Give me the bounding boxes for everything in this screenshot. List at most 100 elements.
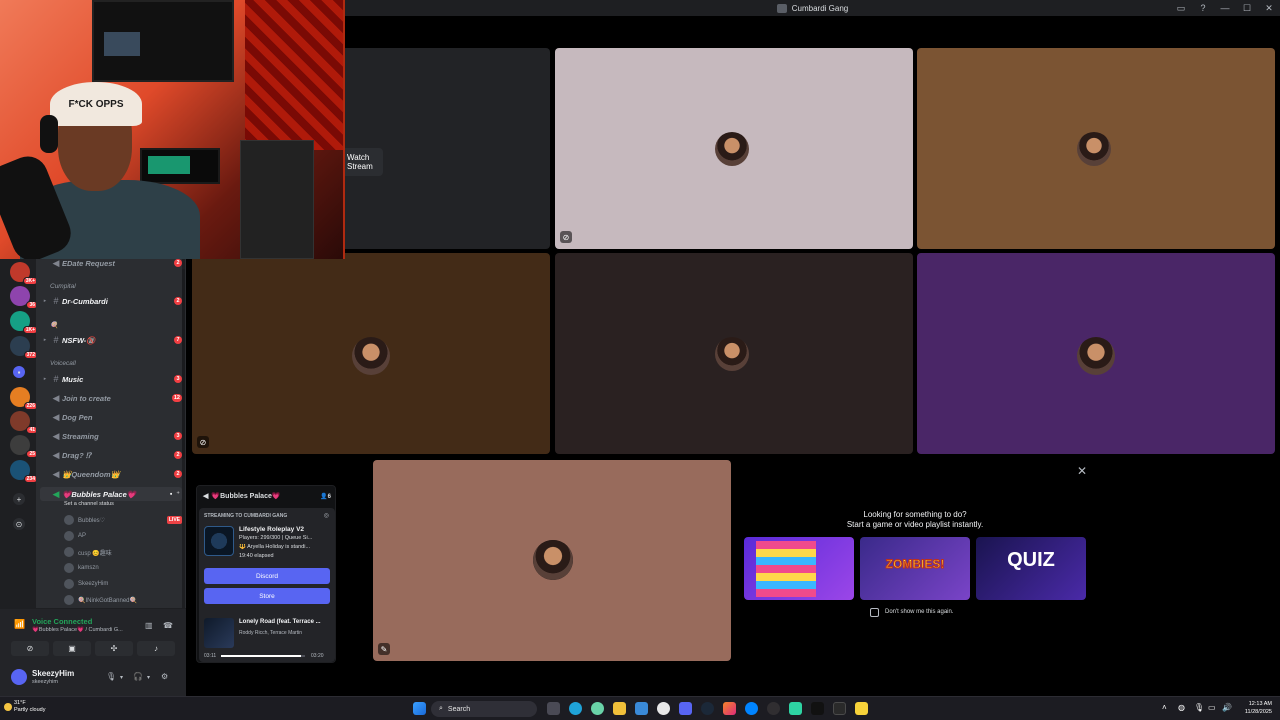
server-icon[interactable]: 25 bbox=[10, 435, 38, 458]
channel-drag[interactable]: ◀ Drag? ⁉ 2 bbox=[40, 448, 182, 462]
set-channel-status[interactable]: Set a channel status bbox=[64, 501, 114, 507]
watch-stream-button[interactable]: Watch Stream bbox=[345, 148, 383, 176]
voice-user[interactable]: Bubbles♡ LIVE bbox=[64, 514, 182, 526]
video-tile-2[interactable] bbox=[917, 48, 1275, 249]
channel-join-to-create[interactable]: ◀ Join to create 12 bbox=[40, 391, 182, 405]
sticky-notes-icon[interactable] bbox=[855, 702, 868, 715]
voice-user[interactable]: AP bbox=[64, 530, 182, 542]
server-icon[interactable]: 1K+ bbox=[10, 311, 38, 334]
voice-user[interactable]: cusp 😊趣味 bbox=[64, 546, 182, 558]
battery-icon[interactable]: ▭ bbox=[1208, 703, 1216, 712]
server-icon[interactable]: 36 bbox=[10, 286, 38, 309]
close-icon[interactable]: ✕ bbox=[1264, 3, 1274, 14]
clock[interactable]: 12:13 AM 11/28/2025 bbox=[1245, 700, 1272, 716]
voice-user[interactable]: kamszn bbox=[64, 562, 182, 574]
soundboard-button[interactable]: ♪ bbox=[137, 641, 175, 656]
channel-queendom[interactable]: ◀ 👑Queendom👑 2 bbox=[40, 467, 182, 481]
video-tile-5[interactable] bbox=[917, 253, 1275, 454]
discover-icon[interactable]: ⊙ bbox=[13, 518, 25, 530]
folder-icon[interactable]: ▪ bbox=[13, 366, 25, 378]
chat-icon[interactable]: ▪ bbox=[170, 491, 172, 498]
dont-show-checkbox[interactable] bbox=[870, 608, 879, 617]
store-button[interactable]: Store bbox=[204, 588, 330, 604]
activity-card-zombies[interactable]: ZOMBIES! bbox=[860, 537, 970, 600]
search-box[interactable]: ⌕ Search bbox=[431, 701, 537, 717]
username[interactable]: SkeezyHim bbox=[32, 669, 74, 678]
tv-decor bbox=[92, 0, 234, 82]
discord-icon[interactable] bbox=[679, 702, 692, 715]
obs-icon[interactable] bbox=[767, 702, 780, 715]
participant-avatar bbox=[715, 132, 749, 166]
video-tile-1[interactable]: ⊘ bbox=[555, 48, 913, 249]
server-icon[interactable]: 41 bbox=[10, 411, 38, 434]
instagram-icon[interactable] bbox=[723, 702, 736, 715]
video-tile-6[interactable]: ✎ bbox=[373, 460, 731, 661]
stream-mute-icon[interactable]: ⊘ bbox=[560, 231, 572, 243]
store-icon[interactable] bbox=[635, 702, 648, 715]
channel-edate-request[interactable]: ◀ EDate Request 2 bbox=[40, 259, 182, 270]
channel-bubbles-palace[interactable]: ◀ 💗Bubbles Palace💗 ▪ ⁺ bbox=[40, 487, 182, 501]
server-icon[interactable]: 3K+ bbox=[10, 262, 38, 285]
capcut-icon[interactable] bbox=[811, 702, 824, 715]
gear-icon[interactable]: ⚙ bbox=[161, 672, 168, 681]
voice-location[interactable]: 💗Bubbles Palace💗 / Cumbardi G... bbox=[32, 627, 123, 633]
channel-streaming[interactable]: ◀ Streaming 3 bbox=[40, 429, 182, 443]
video-tile-4[interactable] bbox=[555, 253, 913, 454]
copilot-icon[interactable] bbox=[591, 702, 604, 715]
scrollbar[interactable] bbox=[182, 259, 185, 608]
voice-user[interactable]: SkeezyHim bbox=[64, 578, 182, 590]
chevron-down-icon[interactable]: ▾ bbox=[147, 674, 150, 681]
server-icon[interactable]: 226 bbox=[10, 387, 38, 410]
minimize-icon[interactable]: — bbox=[1220, 3, 1230, 13]
maximize-icon[interactable]: ☐ bbox=[1242, 3, 1252, 14]
mic-icon[interactable]: 🎙 bbox=[106, 672, 116, 681]
activities-button[interactable]: ✣ bbox=[95, 641, 133, 656]
discord-button[interactable]: Discord bbox=[204, 568, 330, 584]
server-icon[interactable]: 234 bbox=[10, 460, 38, 483]
category-lollipop[interactable]: 🍭 bbox=[50, 321, 58, 329]
terminal-icon[interactable] bbox=[833, 702, 846, 715]
mic-icon[interactable]: 🎙 bbox=[1194, 703, 1204, 712]
chrome-icon[interactable] bbox=[657, 702, 670, 715]
screen-share-button[interactable]: ▣ bbox=[53, 641, 91, 656]
inbox-icon[interactable]: ▭ bbox=[1176, 3, 1186, 14]
participant-avatar bbox=[1077, 132, 1111, 166]
volume-icon[interactable]: 🔊 bbox=[1222, 703, 1232, 712]
voice-status[interactable]: Voice Connected bbox=[32, 617, 92, 626]
edge-icon[interactable] bbox=[569, 702, 582, 715]
voice-icon: ◀ bbox=[52, 411, 60, 422]
start-icon[interactable] bbox=[413, 702, 426, 715]
add-user-icon[interactable]: ⁺ bbox=[176, 490, 180, 498]
category-cumpital[interactable]: Cumpital bbox=[50, 283, 76, 290]
category-voicecall[interactable]: Voicecall bbox=[50, 360, 76, 367]
channel-music[interactable]: ▸ # Music 3 bbox=[40, 372, 182, 386]
camera-button[interactable]: ⊘ bbox=[11, 641, 49, 656]
avatar[interactable] bbox=[11, 669, 27, 685]
weather-widget[interactable]: 31°F Partly cloudy bbox=[14, 700, 46, 714]
steam-icon[interactable] bbox=[701, 702, 714, 715]
file-explorer-icon[interactable] bbox=[613, 702, 626, 715]
disconnect-icon[interactable]: ☎ bbox=[163, 621, 173, 630]
task-view-icon[interactable] bbox=[547, 702, 560, 715]
channel-nsfw[interactable]: ▸ # NSFW-🔞 7 bbox=[40, 333, 182, 347]
share-icon[interactable]: ◎ bbox=[324, 512, 329, 519]
chevron-up-icon[interactable]: ˄ bbox=[1162, 703, 1167, 712]
messenger-icon[interactable] bbox=[745, 702, 758, 715]
server-icon[interactable]: 372 bbox=[10, 336, 38, 359]
help-icon[interactable]: ? bbox=[1198, 3, 1208, 13]
video-tile-3[interactable]: ⊘ bbox=[192, 253, 550, 454]
voice-user[interactable]: 🍭INinkGotBanned🍭 bbox=[64, 594, 182, 606]
app-icon[interactable] bbox=[789, 702, 802, 715]
chevron-down-icon[interactable]: ▾ bbox=[120, 674, 123, 681]
participant-avatar bbox=[1077, 337, 1115, 375]
channel-dr-cumbardi[interactable]: ▸ # Dr-Cumbardi 2 bbox=[40, 294, 182, 308]
add-server-icon[interactable]: + bbox=[13, 493, 25, 505]
network-icon[interactable]: ◍ bbox=[1178, 703, 1185, 712]
headphones-icon[interactable]: 🎧 bbox=[133, 672, 143, 681]
soundboard-icon[interactable]: ▥ bbox=[145, 621, 153, 630]
activity-card-quiz[interactable]: QUIZ bbox=[976, 537, 1086, 600]
stream-mute-icon[interactable]: ⊘ bbox=[197, 436, 209, 448]
channel-dog-pen[interactable]: ◀ Dog Pen bbox=[40, 410, 182, 424]
activity-card-blocks[interactable] bbox=[744, 537, 854, 600]
close-icon[interactable]: ✕ bbox=[1077, 464, 1087, 478]
